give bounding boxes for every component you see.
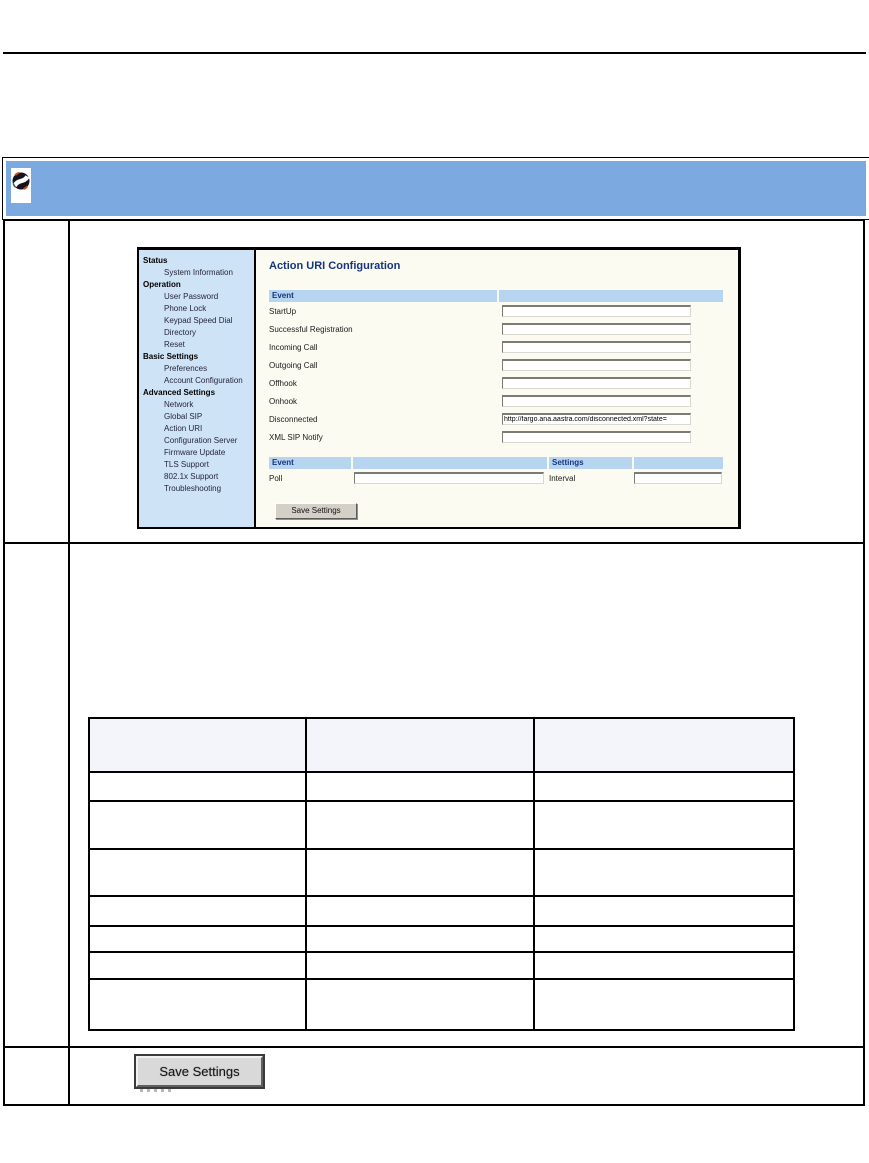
sidebar-item-action-uri[interactable]: Action URI bbox=[139, 423, 254, 435]
webui-save-settings-button[interactable]: Save Settings bbox=[275, 503, 357, 519]
webui-main-panel: Action URI Configuration Event StartUp Su… bbox=[256, 250, 738, 527]
sidebar-item-system-information[interactable]: System Information bbox=[139, 267, 254, 279]
poll-label: Poll bbox=[269, 474, 283, 483]
sidebar-item-network[interactable]: Network bbox=[139, 399, 254, 411]
event-row-xml-sip-notify: XML SIP Notify bbox=[269, 431, 738, 445]
sidebar-item-tls-support[interactable]: TLS Support bbox=[139, 459, 254, 471]
startup-input[interactable] bbox=[502, 305, 691, 317]
sidebar-item-keypad-speed-dial[interactable]: Keypad Speed Dial bbox=[139, 315, 254, 327]
aastra-webui-screenshot: Status System Information Operation User Pa… bbox=[137, 247, 741, 529]
interval-label: Interval bbox=[549, 474, 576, 483]
sidebar-item-firmware-update[interactable]: Firmware Update bbox=[139, 447, 254, 459]
event-row-incoming-call: Incoming Call bbox=[269, 341, 738, 355]
sidebar-item-preferences[interactable]: Preferences bbox=[139, 363, 254, 375]
sidebar-section-status: Status bbox=[143, 256, 168, 265]
onhook-label: Onhook bbox=[269, 397, 298, 406]
poll-input[interactable] bbox=[354, 472, 544, 484]
sidebar-item-802-1x-support[interactable]: 802.1x Support bbox=[139, 471, 254, 483]
table-row bbox=[88, 978, 795, 1031]
table-row bbox=[88, 951, 795, 980]
sidebar-section-basic-settings: Basic Settings bbox=[143, 352, 199, 361]
event-header-label: Event bbox=[272, 291, 294, 300]
offhook-input[interactable] bbox=[502, 377, 691, 389]
sidebar-item-configuration-server[interactable]: Configuration Server bbox=[139, 435, 254, 447]
table-row bbox=[88, 895, 795, 927]
startup-label: StartUp bbox=[269, 307, 297, 316]
manual-page: Status System Information Operation User Pa… bbox=[0, 0, 869, 1163]
successful-registration-input[interactable] bbox=[502, 323, 691, 335]
event-row-offhook: Offhook bbox=[269, 377, 738, 391]
table-header-row bbox=[88, 717, 795, 773]
event-row-disconnected: Disconnected bbox=[269, 413, 738, 427]
xml-sip-notify-label: XML SIP Notify bbox=[269, 433, 323, 442]
webui-sidebar: Status System Information Operation User Pa… bbox=[139, 250, 256, 527]
left-column-divider bbox=[68, 221, 70, 1104]
sidebar-item-global-sip[interactable]: Global SIP bbox=[139, 411, 254, 423]
table-row bbox=[88, 848, 795, 897]
table-row bbox=[88, 771, 795, 802]
event-row-outgoing-call: Outgoing Call bbox=[269, 359, 738, 373]
sidebar-item-troubleshooting[interactable]: Troubleshooting bbox=[139, 483, 254, 495]
event2-header-bar: Event bbox=[269, 457, 351, 469]
save-settings-button-image[interactable]: Save Settings bbox=[136, 1056, 263, 1087]
interval-input[interactable] bbox=[634, 472, 722, 484]
image-artifact bbox=[140, 1089, 174, 1092]
settings-header-bar: Settings bbox=[549, 457, 632, 469]
sidebar-item-directory[interactable]: Directory bbox=[139, 327, 254, 339]
outgoing-call-input[interactable] bbox=[502, 359, 691, 371]
sidebar-item-reset[interactable]: Reset bbox=[139, 339, 254, 351]
event2-header-spacer2 bbox=[634, 457, 723, 469]
onhook-input[interactable] bbox=[502, 395, 691, 407]
sidebar-item-phone-lock[interactable]: Phone Lock bbox=[139, 303, 254, 315]
xml-sip-notify-input[interactable] bbox=[502, 431, 691, 443]
disconnected-label: Disconnected bbox=[269, 415, 318, 424]
disconnected-input[interactable] bbox=[502, 413, 691, 425]
offhook-label: Offhook bbox=[269, 379, 297, 388]
event-row-onhook: Onhook bbox=[269, 395, 738, 409]
outgoing-call-label: Outgoing Call bbox=[269, 361, 318, 370]
event2-header-label: Event bbox=[272, 458, 294, 467]
note-banner bbox=[2, 157, 869, 220]
phone-globe-icon bbox=[11, 168, 31, 203]
row-divider-1 bbox=[5, 542, 863, 544]
incoming-call-input[interactable] bbox=[502, 341, 691, 353]
reference-table bbox=[88, 717, 795, 1031]
event-row-successful-registration: Successful Registration bbox=[269, 323, 738, 337]
top-rule bbox=[3, 52, 866, 54]
event-header-bar-spacer bbox=[499, 290, 723, 302]
event-row-startup: StartUp bbox=[269, 305, 738, 319]
page-title: Action URI Configuration bbox=[269, 260, 401, 272]
note-banner-background bbox=[6, 161, 866, 216]
event2-header-spacer1 bbox=[353, 457, 547, 469]
event-header-bar: Event bbox=[269, 290, 497, 302]
table-row bbox=[88, 925, 795, 953]
sidebar-section-advanced-settings: Advanced Settings bbox=[143, 388, 216, 397]
settings-header-label: Settings bbox=[552, 458, 584, 467]
sidebar-item-user-password[interactable]: User Password bbox=[139, 291, 254, 303]
sidebar-section-operation: Operation bbox=[143, 280, 181, 289]
successful-registration-label: Successful Registration bbox=[269, 325, 353, 334]
table-row bbox=[88, 800, 795, 850]
incoming-call-label: Incoming Call bbox=[269, 343, 318, 352]
row-divider-2 bbox=[5, 1046, 863, 1048]
sidebar-item-account-configuration[interactable]: Account Configuration bbox=[139, 375, 254, 387]
